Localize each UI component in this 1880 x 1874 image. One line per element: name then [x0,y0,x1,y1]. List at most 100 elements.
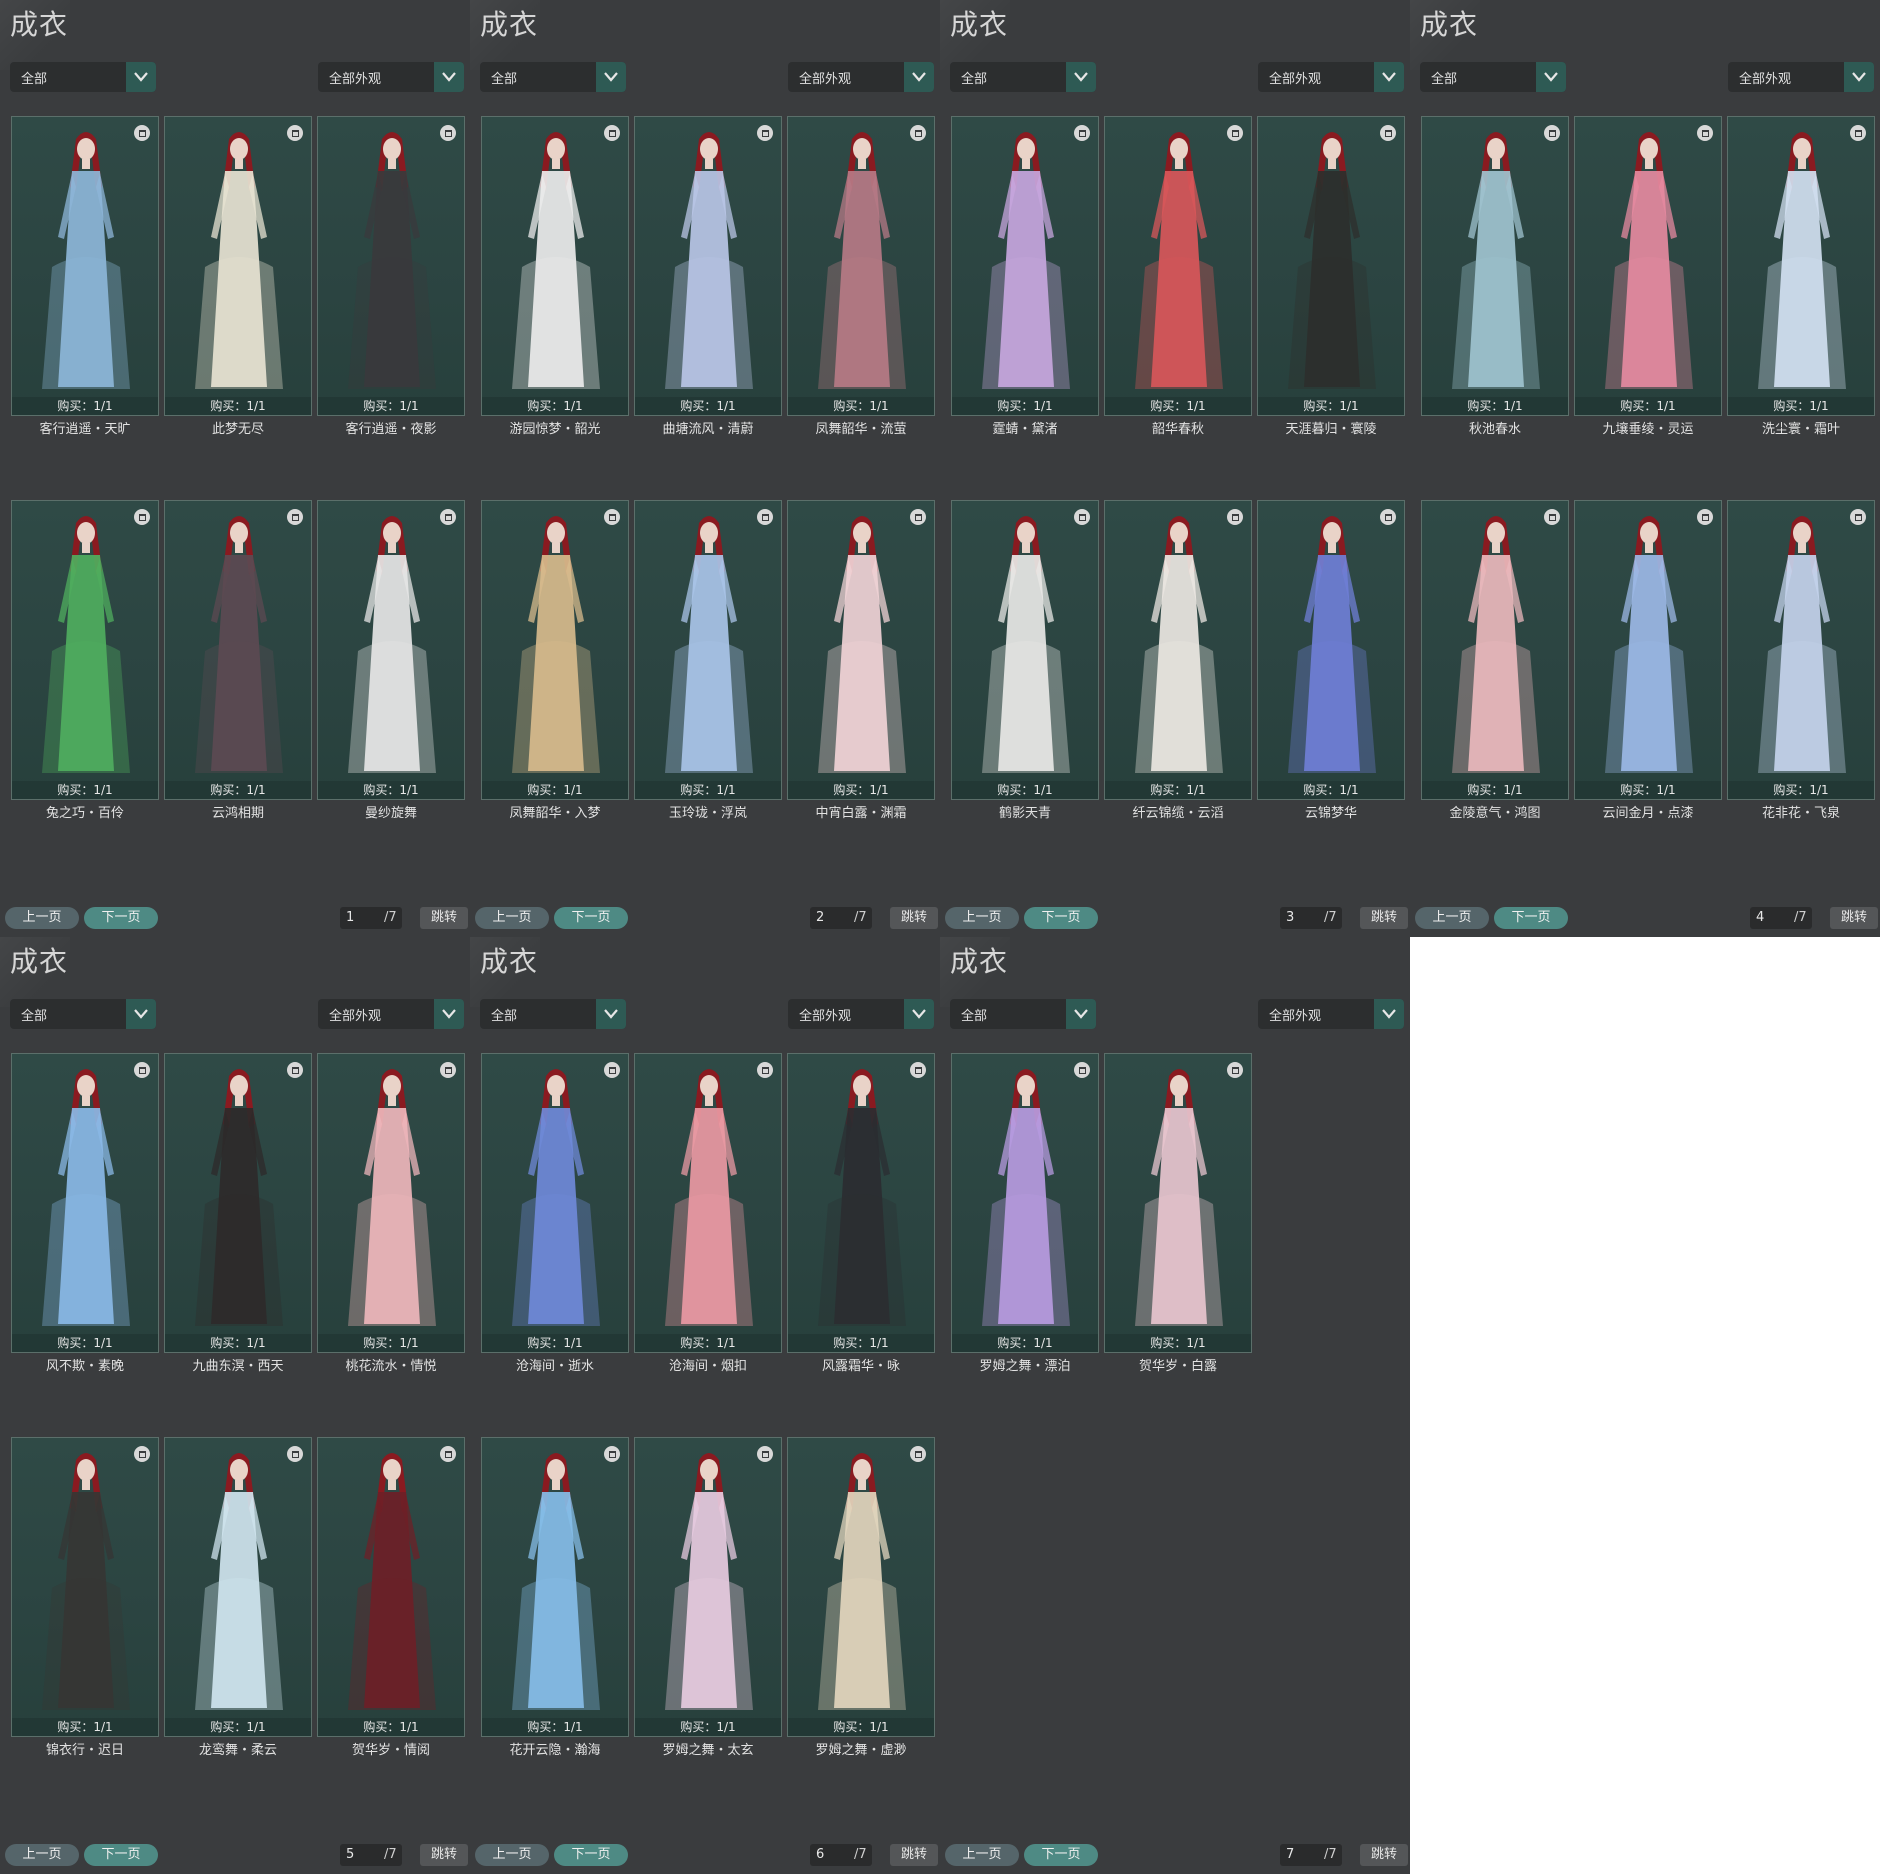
chevron-down-icon[interactable] [1844,62,1874,92]
chevron-down-icon[interactable] [1066,62,1096,92]
outfit-card[interactable]: 购买：1/1 [11,116,159,416]
next-page-button[interactable]: 下一页 [1494,907,1568,929]
trash-icon[interactable] [1544,125,1560,141]
outfit-card[interactable]: 购买：1/1 [787,116,935,416]
trash-icon[interactable] [1074,125,1090,141]
appearance-dropdown[interactable]: 全部外观 [1258,62,1404,92]
page-number-input[interactable]: 1/7 [340,907,402,929]
appearance-dropdown[interactable]: 全部外观 [318,62,464,92]
next-page-button[interactable]: 下一页 [84,907,158,929]
trash-icon[interactable] [1544,509,1560,525]
page-number-input[interactable]: 6/7 [810,1844,872,1866]
outfit-card[interactable]: 购买：1/1 [1257,116,1405,416]
chevron-down-icon[interactable] [596,999,626,1029]
trash-icon[interactable] [910,509,926,525]
jump-button[interactable]: 跳转 [1830,907,1878,929]
outfit-card[interactable]: 购买：1/1 [1727,500,1875,800]
trash-icon[interactable] [134,1062,150,1078]
trash-icon[interactable] [134,509,150,525]
outfit-card[interactable]: 购买：1/1 [1421,116,1569,416]
category-dropdown[interactable]: 全部 [10,999,156,1029]
prev-page-button[interactable]: 上一页 [945,907,1019,929]
trash-icon[interactable] [1380,509,1396,525]
trash-icon[interactable] [134,125,150,141]
jump-button[interactable]: 跳转 [890,907,938,929]
next-page-button[interactable]: 下一页 [554,1844,628,1866]
outfit-card[interactable]: 购买：1/1 [11,1053,159,1353]
trash-icon[interactable] [1074,1062,1090,1078]
page-number-input[interactable]: 4/7 [1750,907,1812,929]
outfit-card[interactable]: 购买：1/1 [787,1053,935,1353]
jump-button[interactable]: 跳转 [890,1844,938,1866]
trash-icon[interactable] [287,1446,303,1462]
outfit-card[interactable]: 购买：1/1 [787,1437,935,1737]
chevron-down-icon[interactable] [434,62,464,92]
outfit-card[interactable]: 购买：1/1 [11,500,159,800]
category-dropdown[interactable]: 全部 [480,62,626,92]
trash-icon[interactable] [287,1062,303,1078]
outfit-card[interactable]: 购买：1/1 [164,1053,312,1353]
prev-page-button[interactable]: 上一页 [945,1844,1019,1866]
trash-icon[interactable] [134,1446,150,1462]
trash-icon[interactable] [440,125,456,141]
category-dropdown[interactable]: 全部 [950,62,1096,92]
outfit-card[interactable]: 购买：1/1 [1421,500,1569,800]
trash-icon[interactable] [1227,125,1243,141]
page-number-input[interactable]: 3/7 [1280,907,1342,929]
trash-icon[interactable] [440,1062,456,1078]
appearance-dropdown[interactable]: 全部外观 [1728,62,1874,92]
chevron-down-icon[interactable] [126,999,156,1029]
page-number-input[interactable]: 7/7 [1280,1844,1342,1866]
outfit-card[interactable]: 购买：1/1 [481,116,629,416]
trash-icon[interactable] [604,509,620,525]
outfit-card[interactable]: 购买：1/1 [787,500,935,800]
trash-icon[interactable] [440,1446,456,1462]
trash-icon[interactable] [604,1062,620,1078]
chevron-down-icon[interactable] [904,999,934,1029]
outfit-card[interactable]: 购买：1/1 [481,500,629,800]
outfit-card[interactable]: 购买：1/1 [634,500,782,800]
outfit-card[interactable]: 购买：1/1 [164,500,312,800]
trash-icon[interactable] [440,509,456,525]
jump-button[interactable]: 跳转 [1360,907,1408,929]
trash-icon[interactable] [1227,1062,1243,1078]
trash-icon[interactable] [910,1062,926,1078]
jump-button[interactable]: 跳转 [420,907,468,929]
outfit-card[interactable]: 购买：1/1 [164,116,312,416]
chevron-down-icon[interactable] [434,999,464,1029]
trash-icon[interactable] [910,1446,926,1462]
prev-page-button[interactable]: 上一页 [5,1844,79,1866]
trash-icon[interactable] [1697,125,1713,141]
trash-icon[interactable] [757,125,773,141]
chevron-down-icon[interactable] [1066,999,1096,1029]
chevron-down-icon[interactable] [596,62,626,92]
outfit-card[interactable]: 购买：1/1 [317,1053,465,1353]
outfit-card[interactable]: 购买：1/1 [317,1437,465,1737]
trash-icon[interactable] [757,509,773,525]
category-dropdown[interactable]: 全部 [1420,62,1566,92]
next-page-button[interactable]: 下一页 [84,1844,158,1866]
prev-page-button[interactable]: 上一页 [1415,907,1489,929]
trash-icon[interactable] [1380,125,1396,141]
outfit-card[interactable]: 购买：1/1 [164,1437,312,1737]
outfit-card[interactable]: 购买：1/1 [11,1437,159,1737]
trash-icon[interactable] [1074,509,1090,525]
outfit-card[interactable]: 购买：1/1 [317,116,465,416]
jump-button[interactable]: 跳转 [1360,1844,1408,1866]
trash-icon[interactable] [910,125,926,141]
page-number-input[interactable]: 5/7 [340,1844,402,1866]
trash-icon[interactable] [287,509,303,525]
trash-icon[interactable] [604,125,620,141]
trash-icon[interactable] [1850,125,1866,141]
trash-icon[interactable] [1850,509,1866,525]
next-page-button[interactable]: 下一页 [1024,1844,1098,1866]
outfit-card[interactable]: 购买：1/1 [951,116,1099,416]
category-dropdown[interactable]: 全部 [480,999,626,1029]
jump-button[interactable]: 跳转 [420,1844,468,1866]
appearance-dropdown[interactable]: 全部外观 [318,999,464,1029]
trash-icon[interactable] [604,1446,620,1462]
appearance-dropdown[interactable]: 全部外观 [788,62,934,92]
outfit-card[interactable]: 购买：1/1 [634,1437,782,1737]
outfit-card[interactable]: 购买：1/1 [1104,500,1252,800]
outfit-card[interactable]: 购买：1/1 [481,1437,629,1737]
